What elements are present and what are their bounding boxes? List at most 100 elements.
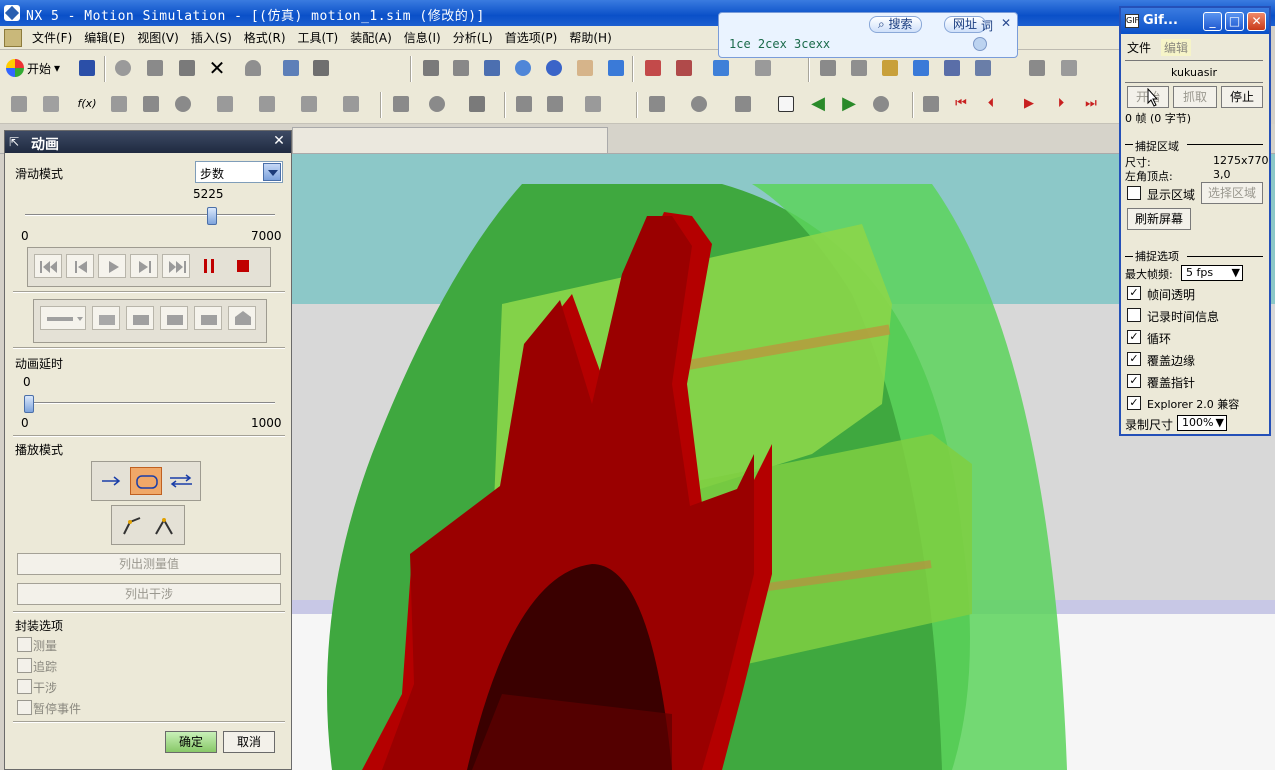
step-forward-button[interactable]: ⏵ <box>1050 93 1072 115</box>
menu-insert[interactable]: 插入(S) <box>185 29 238 46</box>
vector-button[interactable] <box>298 93 320 115</box>
measure-checkbox[interactable] <box>17 637 32 652</box>
flag-button[interactable] <box>140 93 162 115</box>
save-button[interactable] <box>76 57 98 79</box>
gif-menu-file[interactable]: 文件 <box>1127 39 1151 56</box>
motion-tool-4[interactable] <box>910 57 932 79</box>
home-tool-button[interactable] <box>228 306 256 330</box>
delay-slider-thumb[interactable] <box>24 395 34 413</box>
max-fps-select[interactable]: 5 fps ▼ <box>1181 265 1243 281</box>
hold-tool-button[interactable] <box>126 306 154 330</box>
motion-tool-2[interactable] <box>848 57 870 79</box>
selection-button[interactable] <box>310 57 332 79</box>
list-measurements-button[interactable]: 列出测量值 <box>17 553 281 575</box>
view-frame-button[interactable] <box>450 57 472 79</box>
properties-button[interactable] <box>280 57 302 79</box>
chevron-down-icon[interactable] <box>263 163 281 181</box>
step-back-button[interactable]: ⏴ <box>980 93 1002 115</box>
measure-tool[interactable] <box>1026 57 1048 79</box>
function-button[interactable]: f(x) <box>76 93 98 115</box>
motion-tool-6[interactable] <box>972 57 994 79</box>
interference-checkbox[interactable] <box>17 679 32 694</box>
sketch-button[interactable] <box>752 57 774 79</box>
menu-file[interactable]: 文件(F) <box>26 29 78 46</box>
rewind-start-button[interactable] <box>34 254 62 278</box>
url-button[interactable]: 网址 <box>944 16 987 33</box>
ping-pong-button[interactable] <box>168 472 194 490</box>
menu-format[interactable]: 格式(R) <box>238 29 292 46</box>
step-forward-button[interactable] <box>130 254 158 278</box>
search-button[interactable]: ⌕ 搜索 <box>869 16 922 33</box>
pin-icon[interactable]: ⇱ <box>9 135 23 149</box>
fast-forward-button[interactable] <box>162 254 190 278</box>
play-button[interactable]: ▶ <box>1018 93 1040 115</box>
close-icon[interactable]: ✕ <box>1247 12 1266 31</box>
block-button[interactable] <box>544 93 566 115</box>
snap-tool-button[interactable] <box>92 306 120 330</box>
line-button[interactable] <box>108 93 130 115</box>
menu-view[interactable]: 视图(V) <box>131 29 185 46</box>
menu-preferences[interactable]: 首选项(P) <box>499 29 564 46</box>
record-size-select[interactable]: 100% ▼ <box>1177 415 1227 431</box>
menu-handle-icon[interactable] <box>4 28 22 47</box>
menu-help[interactable]: 帮助(H) <box>563 29 617 46</box>
expression-x-button[interactable] <box>40 93 62 115</box>
menu-edit[interactable]: 编辑(E) <box>78 29 131 46</box>
back-button[interactable]: ◀ <box>807 93 829 115</box>
menu-info[interactable]: 信息(I) <box>398 29 447 46</box>
chain-button[interactable] <box>214 93 236 115</box>
ok-button[interactable]: 确定 <box>165 731 217 753</box>
slide-mode-select[interactable]: 步数 <box>195 161 283 183</box>
loop-button[interactable] <box>130 467 162 495</box>
layer-button[interactable] <box>642 57 664 79</box>
option-checkbox-2[interactable]: ✓ <box>1127 330 1141 344</box>
select-area-button[interactable]: 选择区域 <box>1201 182 1263 204</box>
cancel-button[interactable]: 取消 <box>223 731 275 753</box>
option-checkbox-3[interactable]: ✓ <box>1127 352 1141 366</box>
graph-button[interactable] <box>646 93 668 115</box>
gif-capture-button[interactable]: 抓取 <box>1173 86 1217 108</box>
delete-button[interactable]: ✕ <box>206 57 228 79</box>
close-icon[interactable]: ✕ <box>271 133 287 149</box>
maximize-icon[interactable]: □ <box>1225 12 1244 31</box>
csys-button[interactable] <box>340 93 362 115</box>
layer-settings-button[interactable] <box>673 57 695 79</box>
option-checkbox-4[interactable]: ✓ <box>1127 374 1141 388</box>
section-button[interactable] <box>688 93 710 115</box>
step-slider-track[interactable] <box>25 214 275 216</box>
last-frame-button[interactable]: ⏭ <box>1080 93 1102 115</box>
render-style-button[interactable] <box>710 57 732 79</box>
play-button[interactable] <box>98 254 126 278</box>
motion-tool-1[interactable] <box>817 57 839 79</box>
delay-slider-track[interactable] <box>25 402 275 404</box>
plot-button[interactable] <box>732 93 754 115</box>
close-icon[interactable]: ✕ <box>999 16 1013 30</box>
stop-button[interactable] <box>234 257 252 275</box>
constraint-tool-button[interactable] <box>160 306 188 330</box>
refresh-button[interactable] <box>870 93 892 115</box>
feature-button[interactable] <box>466 93 488 115</box>
gear-tool-button[interactable] <box>172 93 194 115</box>
cut-button[interactable] <box>112 57 134 79</box>
sketch-plane-button[interactable] <box>8 93 30 115</box>
motion-tool-3[interactable] <box>879 57 901 79</box>
pause-button[interactable] <box>200 257 218 275</box>
play-once-button[interactable] <box>100 472 124 490</box>
extrude-button[interactable] <box>513 93 535 115</box>
zoom-window-button[interactable] <box>481 57 503 79</box>
search-go-icon[interactable] <box>973 37 987 51</box>
refresh-screen-button[interactable]: 刷新屏幕 <box>1127 208 1191 230</box>
view-fit-button[interactable] <box>420 57 442 79</box>
motion-tool-5[interactable] <box>941 57 963 79</box>
first-frame-button[interactable]: ⏮ <box>950 93 972 115</box>
gif-stop-button[interactable]: 停止 <box>1221 86 1263 108</box>
option-checkbox-5[interactable]: ✓ <box>1127 396 1141 410</box>
marker-button[interactable] <box>390 93 412 115</box>
menu-analysis[interactable]: 分析(L) <box>447 29 499 46</box>
contact-button[interactable] <box>426 93 448 115</box>
option-checkbox-1[interactable] <box>1127 308 1141 322</box>
explode-button[interactable] <box>152 514 176 538</box>
zoom-button[interactable] <box>512 57 534 79</box>
show-area-checkbox[interactable] <box>1127 186 1141 200</box>
minimize-icon[interactable]: _ <box>1203 12 1222 31</box>
